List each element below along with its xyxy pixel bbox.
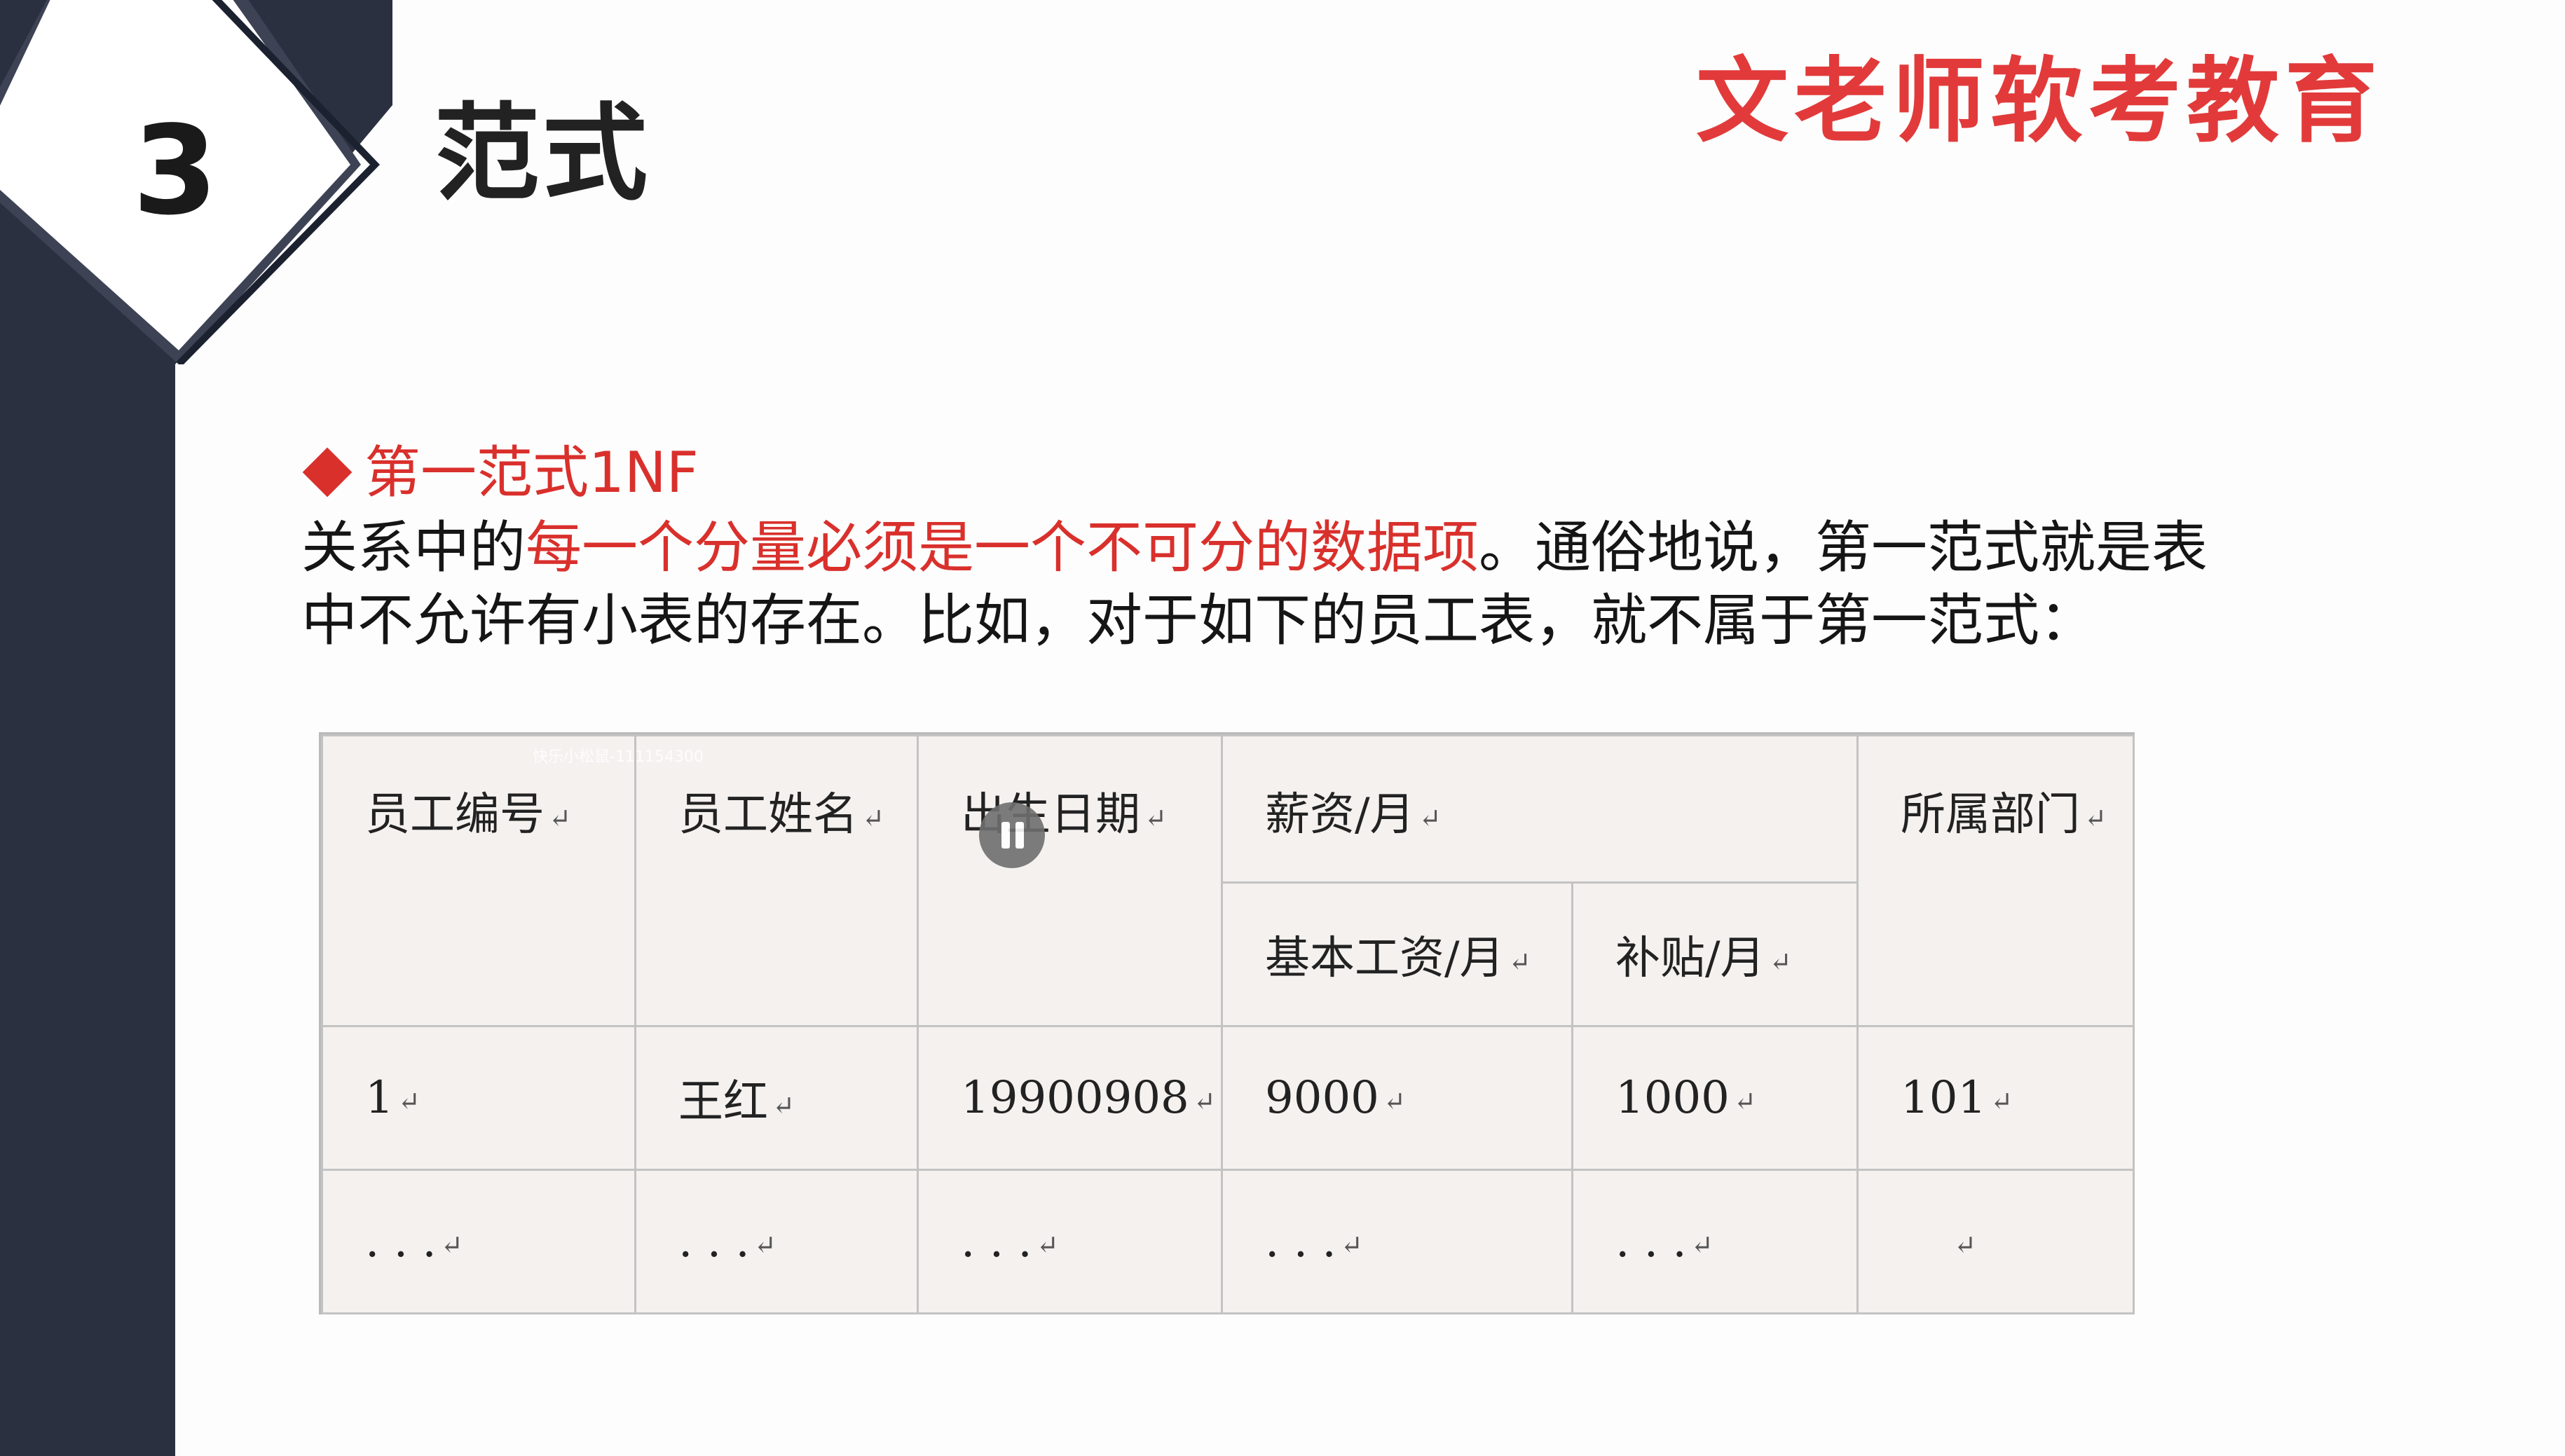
paragraph-text: 。通俗地说，第一范式就是表: [1479, 515, 2208, 580]
header-cell: 薪资/月 ↵: [1221, 734, 1859, 884]
header-cell: 所属部门 ↵: [1856, 734, 2135, 1027]
table-cell: . . . ↵: [917, 1169, 1223, 1314]
header-cell: 员工编号 ↵: [321, 734, 636, 1027]
paragraph-text: 关系中的: [301, 515, 526, 580]
table-cell: 9000 ↵: [1221, 1025, 1573, 1171]
employee-table: 员工编号 ↵ 员工姓名 ↵ 出生日期 ↵ 薪资/月 ↵ 所属部门 ↵ 基本工资/月 ↵ 补贴…: [319, 732, 2135, 1314]
table-cell: . . . ↵: [321, 1169, 636, 1314]
table-cell: 1 ↵: [321, 1025, 636, 1171]
table-cell: 101 ↵: [1856, 1025, 2135, 1171]
diamond-bullet-icon: [302, 447, 353, 497]
table-cell: . . . ↵: [1571, 1169, 1859, 1314]
header-cell: 员工姓名 ↵: [634, 734, 919, 1027]
header-cell: 补贴/月 ↵: [1571, 881, 1859, 1027]
table-cell: 王红 ↵: [634, 1025, 919, 1171]
header-cell: 出生日期 ↵: [917, 734, 1223, 1027]
brand-logo-text: 文老师软考教育: [1696, 48, 2383, 156]
table-row: . . . ↵ . . . ↵ . . . ↵ . . . ↵ . . . ↵ ↵: [321, 1169, 2135, 1314]
page-title: 范式: [435, 93, 651, 215]
paragraph-highlight: 每一个分量必须是一个不可分的数据项: [526, 515, 1479, 580]
table-cell: . . . ↵: [1221, 1169, 1573, 1314]
table-cell: 19900908 ↵: [917, 1025, 1223, 1171]
paragraph-line-1: 关系中的每一个分量必须是一个不可分的数据项。通俗地说，第一范式就是表: [301, 511, 2397, 584]
section-number: 3: [132, 100, 218, 242]
header-cell: 基本工资/月 ↵: [1221, 881, 1573, 1027]
table-cell: . . . ↵: [634, 1169, 919, 1314]
table-cell: 1000 ↵: [1571, 1025, 1859, 1171]
table-row: 1 ↵ 王红 ↵ 19900908 ↵ 9000 ↵ 1000 ↵ 101 ↵: [321, 1025, 2135, 1171]
slide-content: 第一范式1NF 关系中的每一个分量必须是一个不可分的数据项。通俗地说，第一范式就…: [301, 434, 2397, 657]
table-cell: ↵: [1856, 1169, 2135, 1314]
video-watermark: 快乐小松鼠-111154300: [533, 748, 704, 766]
pause-icon[interactable]: [979, 802, 1045, 868]
heading: 第一范式1NF: [301, 434, 2397, 511]
heading-text: 第一范式1NF: [364, 440, 699, 505]
paragraph-line-2: 中不允许有小表的存在。比如，对于如下的员工表，就不属于第一范式：: [301, 588, 2095, 653]
